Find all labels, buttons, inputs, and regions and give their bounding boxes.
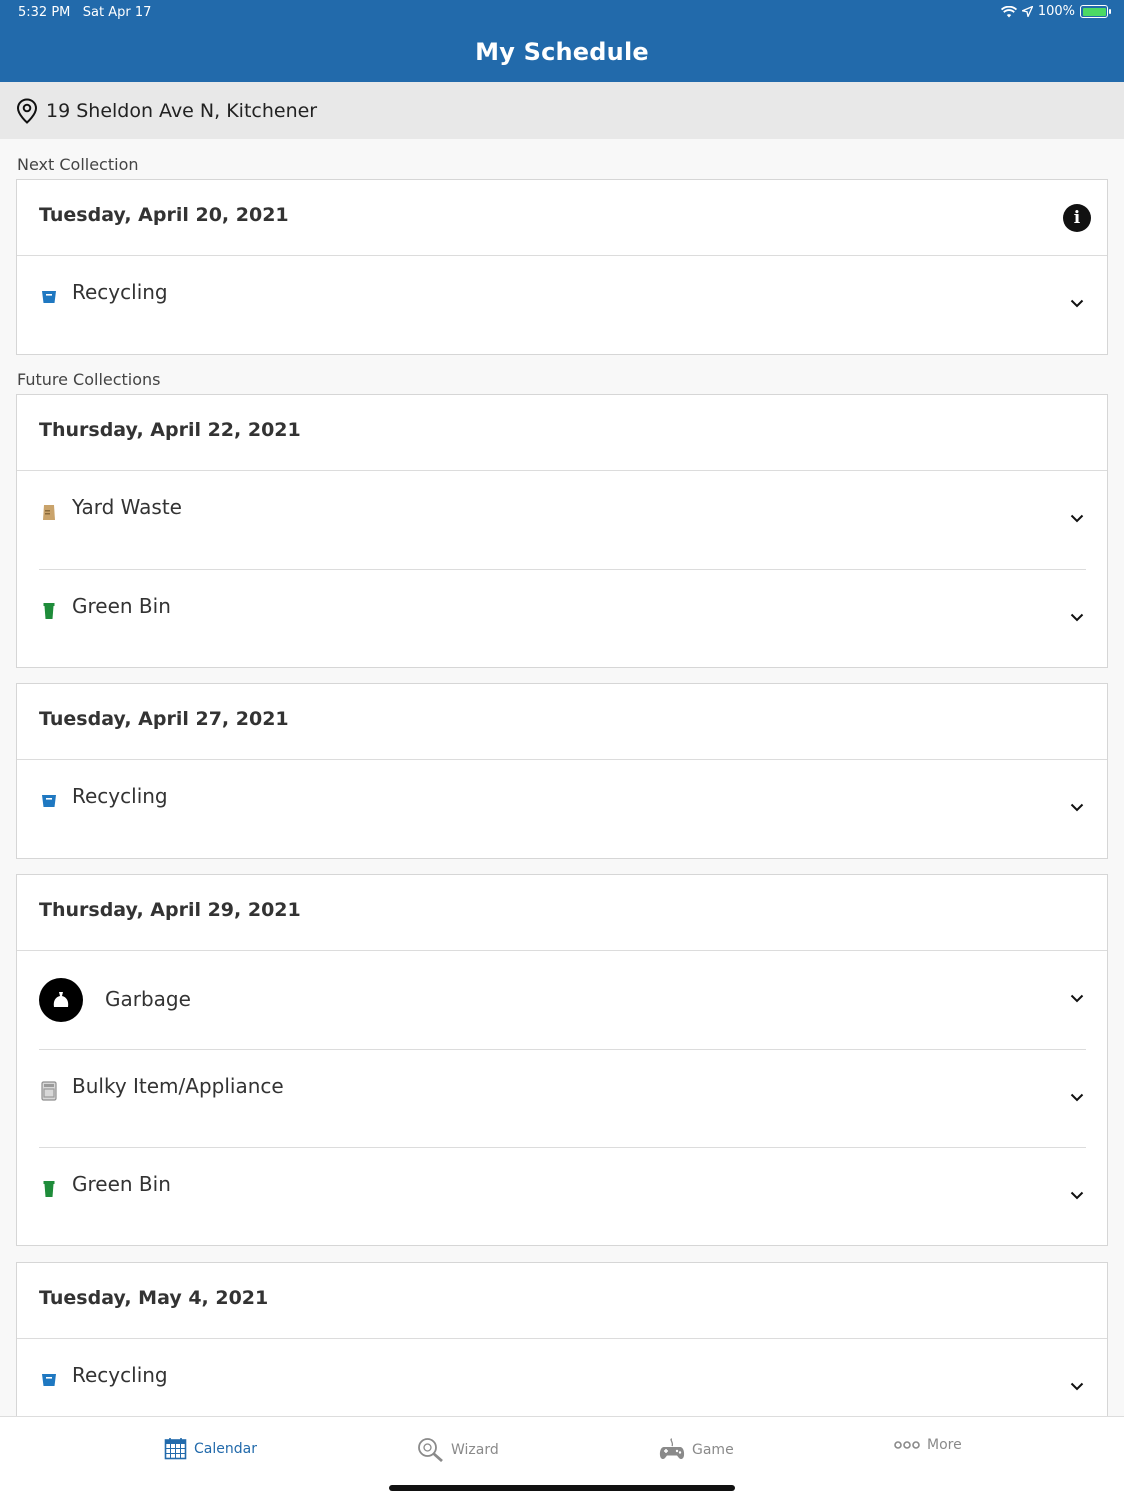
chevron-down-icon — [1070, 1382, 1084, 1391]
card-header: Tuesday, April 27, 2021 — [17, 684, 1107, 760]
status-indicators: 100% — [1000, 4, 1111, 19]
appliance-icon — [39, 1080, 59, 1102]
collection-item-label: Green Bin — [72, 594, 171, 618]
collection-item[interactable]: Recycling — [39, 760, 1086, 858]
collection-card: Thursday, April 29, 2021 Garbage Bulky I… — [16, 874, 1108, 1246]
collection-card: Tuesday, April 20, 2021 i Recycling — [16, 179, 1108, 355]
tab-label: Game — [692, 1441, 734, 1458]
page-title: My Schedule — [475, 38, 649, 66]
collection-item[interactable]: Recycling — [39, 256, 1086, 354]
green-bin-icon — [39, 1178, 59, 1200]
location-arrow-icon — [1021, 6, 1033, 17]
green-bin-icon — [39, 600, 59, 622]
collection-item-label: Green Bin — [72, 1172, 171, 1196]
collection-item[interactable]: Garbage — [39, 951, 1086, 1049]
navigation-bar: My Schedule — [0, 26, 1124, 82]
tab-more[interactable]: More — [894, 1437, 962, 1453]
chevron-down-icon — [1070, 613, 1084, 622]
status-bar: 5:32 PM Sat Apr 17 100% — [0, 0, 1124, 26]
collection-item-label: Yard Waste — [72, 495, 182, 519]
recycling-bin-icon — [39, 1369, 59, 1391]
status-time: 5:32 PM Sat Apr 17 — [18, 5, 152, 20]
collection-date: Tuesday, May 4, 2021 — [39, 1287, 269, 1309]
recycling-bin-icon — [39, 286, 59, 308]
recycling-bin-icon — [39, 790, 59, 812]
collection-item[interactable]: Bulky Item/Appliance — [39, 1049, 1086, 1147]
game-controller-icon — [659, 1438, 685, 1460]
collection-item-label: Recycling — [72, 1363, 168, 1387]
chevron-down-icon — [1070, 514, 1084, 523]
next-collection-label: Next Collection — [17, 155, 139, 174]
garbage-bag-icon — [39, 978, 83, 1022]
card-header: Tuesday, May 4, 2021 — [17, 1263, 1107, 1339]
tab-game[interactable]: Game — [659, 1437, 734, 1462]
collection-card: Thursday, April 22, 2021 Yard Waste Gree… — [16, 394, 1108, 668]
tab-label: Calendar — [194, 1440, 257, 1457]
tab-calendar[interactable]: Calendar — [164, 1437, 257, 1460]
collection-card: Tuesday, April 27, 2021 Recycling — [16, 683, 1108, 859]
tab-label: More — [927, 1437, 962, 1453]
card-header: Tuesday, April 20, 2021 i — [17, 180, 1107, 256]
calendar-icon — [164, 1438, 187, 1460]
collection-date: Tuesday, April 20, 2021 — [39, 204, 289, 226]
chevron-down-icon — [1070, 299, 1084, 308]
chevron-down-icon — [1070, 1093, 1084, 1102]
address-bar[interactable]: 19 Sheldon Ave N, Kitchener — [0, 82, 1124, 139]
collection-item[interactable]: Green Bin — [39, 1147, 1086, 1245]
wizard-search-icon — [418, 1438, 443, 1462]
home-indicator[interactable] — [389, 1485, 735, 1491]
collection-date: Thursday, April 29, 2021 — [39, 899, 301, 921]
location-pin-icon — [16, 97, 38, 124]
chevron-down-icon — [1070, 1191, 1084, 1200]
collection-date: Tuesday, April 27, 2021 — [39, 708, 289, 730]
yard-waste-bag-icon — [39, 501, 59, 523]
collection-item-label: Recycling — [72, 784, 168, 808]
collection-item-label: Garbage — [105, 987, 191, 1011]
chevron-down-icon — [1070, 994, 1084, 1003]
card-header: Thursday, April 22, 2021 — [17, 395, 1107, 471]
chevron-down-icon — [1070, 803, 1084, 812]
collection-item[interactable]: Green Bin — [39, 569, 1086, 667]
more-dots-icon — [894, 1441, 920, 1449]
collection-item-label: Recycling — [72, 280, 168, 304]
address-text: 19 Sheldon Ave N, Kitchener — [46, 99, 318, 122]
future-collections-label: Future Collections — [17, 370, 161, 389]
collection-item[interactable]: Yard Waste — [39, 471, 1086, 569]
info-icon[interactable]: i — [1063, 204, 1091, 232]
card-header: Thursday, April 29, 2021 — [17, 875, 1107, 951]
wifi-icon — [1000, 5, 1017, 17]
battery-percentage: 100% — [1037, 4, 1075, 19]
tab-wizard[interactable]: Wizard — [417, 1437, 499, 1462]
collection-item-label: Bulky Item/Appliance — [72, 1074, 284, 1098]
collection-date: Thursday, April 22, 2021 — [39, 419, 301, 441]
battery-icon — [1080, 5, 1111, 18]
collection-card: Tuesday, May 4, 2021 Recycling — [16, 1262, 1108, 1432]
tab-label: Wizard — [451, 1441, 499, 1458]
